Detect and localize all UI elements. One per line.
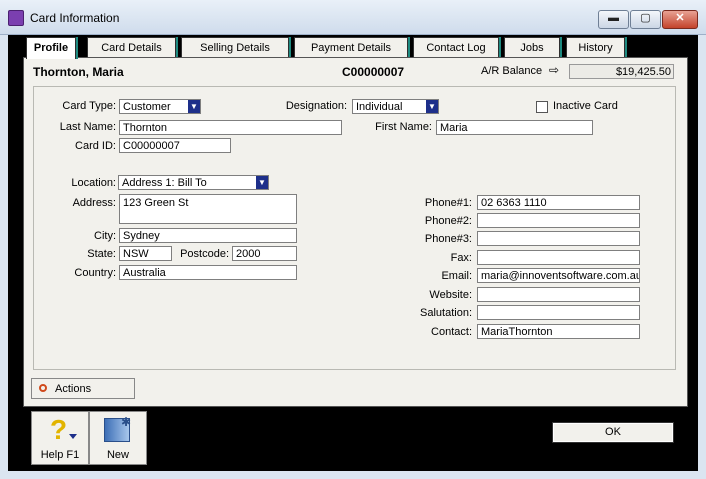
country-label: Country: <box>74 267 116 279</box>
sparkle-icon: ✱ <box>121 415 132 429</box>
dropdown-arrow-icon <box>69 434 77 439</box>
phone2-label: Phone#2: <box>424 215 472 227</box>
phone3-field[interactable] <box>477 231 640 246</box>
last-name-field[interactable]: Thornton <box>119 120 342 135</box>
location-value: Address 1: Bill To <box>122 177 207 189</box>
actions-button[interactable]: Actions <box>31 378 135 399</box>
tab-profile[interactable]: Profile <box>26 37 76 59</box>
app-icon <box>8 10 24 26</box>
state-label: State: <box>87 248 116 260</box>
fax-label: Fax: <box>450 252 472 264</box>
last-name-label: Last Name: <box>59 121 116 133</box>
inactive-card-checkbox[interactable] <box>536 101 548 113</box>
fax-field[interactable] <box>477 250 640 265</box>
actions-label: Actions <box>55 383 92 395</box>
maximize-button[interactable]: ▢ <box>630 10 661 29</box>
card-type-select[interactable]: Customer ▼ <box>119 99 201 114</box>
close-button[interactable]: ✕ <box>662 10 698 29</box>
new-label: New <box>106 449 129 461</box>
phone3-label: Phone#3: <box>424 233 472 245</box>
first-name-field[interactable]: Maria <box>436 120 593 135</box>
city-field[interactable]: Sydney <box>119 228 297 243</box>
tab-contact-log[interactable]: Contact Log <box>413 37 499 58</box>
salutation-field[interactable] <box>477 305 640 320</box>
tab-history[interactable]: History <box>566 37 625 58</box>
question-mark-icon: ? <box>50 414 68 445</box>
tab-selling-details[interactable]: Selling Details <box>181 37 289 58</box>
ar-balance-arrow-icon[interactable]: ⇨ <box>549 63 559 77</box>
tab-payment-details[interactable]: Payment Details <box>294 37 408 58</box>
location-label: Location: <box>71 177 116 189</box>
card-id-label: Card ID: <box>75 140 116 152</box>
help-button[interactable]: ? Help F1 <box>31 411 89 465</box>
chevron-down-icon[interactable]: ▼ <box>426 100 438 113</box>
website-field[interactable] <box>477 287 640 302</box>
ar-balance-value: $19,425.50 <box>569 64 674 79</box>
address-label: Address: <box>72 197 116 209</box>
card-id-field[interactable]: C00000007 <box>119 138 231 153</box>
designation-label: Designation: <box>285 100 347 112</box>
email-field[interactable]: maria@innoventsoftware.com.au <box>477 268 640 283</box>
postcode-field[interactable]: 2000 <box>232 246 297 261</box>
tab-jobs[interactable]: Jobs <box>504 37 560 58</box>
designation-value: Individual <box>356 101 403 113</box>
card-type-value: Customer <box>123 101 171 113</box>
phone1-field[interactable]: 02 6363 1110 <box>477 195 640 210</box>
inactive-card-label: Inactive Card <box>553 100 618 112</box>
first-name-label: First Name: <box>375 121 432 133</box>
postcode-label: Postcode: <box>180 248 229 260</box>
salutation-label: Salutation: <box>420 307 472 319</box>
phone2-field[interactable] <box>477 213 640 228</box>
designation-select[interactable]: Individual ▼ <box>352 99 439 114</box>
city-label: City: <box>94 230 116 242</box>
chevron-down-icon[interactable]: ▼ <box>256 176 268 189</box>
chevron-down-icon[interactable]: ▼ <box>188 100 200 113</box>
location-select[interactable]: Address 1: Bill To ▼ <box>118 175 269 190</box>
help-label: Help F1 <box>40 449 80 461</box>
website-label: Website: <box>429 289 472 301</box>
phone1-label: Phone#1: <box>424 197 472 209</box>
title-bar: Card Information ▬ ▢ ✕ <box>0 0 706 35</box>
new-button[interactable]: ✱ New <box>89 411 147 465</box>
email-label: Email: <box>441 270 472 282</box>
ar-balance-label: A/R Balance <box>481 65 543 77</box>
target-icon <box>39 384 47 392</box>
card-type-label: Card Type: <box>62 100 116 112</box>
minimize-button[interactable]: ▬ <box>598 10 629 29</box>
country-field[interactable]: Australia <box>119 265 297 280</box>
tab-card-details[interactable]: Card Details <box>87 37 176 58</box>
ok-button[interactable]: OK <box>552 422 674 443</box>
window-title: Card Information <box>30 11 120 25</box>
contact-label: Contact: <box>431 326 472 338</box>
contact-field[interactable]: MariaThornton <box>477 324 640 339</box>
card-name-header: Thornton, Maria <box>33 65 124 79</box>
state-field[interactable]: NSW <box>119 246 172 261</box>
address-field[interactable]: 123 Green St <box>119 194 297 224</box>
card-id-header: C00000007 <box>342 65 405 79</box>
